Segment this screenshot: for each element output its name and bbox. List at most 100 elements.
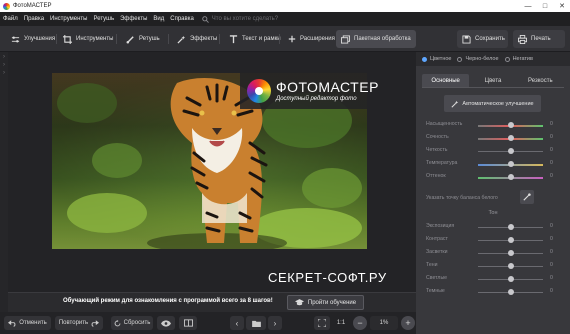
close-button[interactable]: ✕: [554, 0, 570, 12]
training-bar: Обучающий режим для ознакомления с прогр…: [8, 292, 416, 312]
menu-file[interactable]: Файл: [3, 16, 18, 22]
redo-button[interactable]: Повторить: [55, 316, 103, 330]
slider-label: Контраст: [426, 236, 448, 242]
text-icon: [229, 34, 238, 43]
mode-color-radio[interactable]: Цветное: [422, 56, 451, 62]
slider-value: 0: [550, 173, 553, 179]
save-label: Сохранить: [475, 36, 505, 42]
chevron-left-icon: ‹: [235, 318, 239, 328]
menu-help[interactable]: Справка: [170, 16, 194, 22]
sliders-icon: [11, 36, 20, 42]
chevron-right-icon: ›: [3, 70, 5, 76]
compare-button[interactable]: [179, 316, 197, 330]
fit-screen-button[interactable]: [314, 316, 330, 330]
minimize-button[interactable]: —: [520, 0, 536, 12]
slider-value: 0: [550, 262, 553, 268]
batch-icon: [341, 34, 350, 44]
saturation-slider[interactable]: Насыщенность 0: [426, 121, 566, 129]
zoom-level-field[interactable]: 1%: [370, 316, 398, 330]
title-bar: ФотоМАСТЕР — □ ✕: [0, 0, 570, 12]
menu-effects[interactable]: Эффекты: [120, 16, 147, 22]
badge-slogan: Доступный редактор фото: [276, 95, 357, 102]
menu-edit[interactable]: Правка: [24, 16, 44, 22]
maximize-button[interactable]: □: [537, 0, 553, 12]
preview-toggle-button[interactable]: [157, 316, 175, 330]
tab-basic[interactable]: Основные: [422, 74, 470, 88]
chevron-right-icon: ›: [3, 62, 5, 68]
plus-icon: +: [405, 318, 411, 328]
toolbar-divider: [116, 34, 117, 44]
mode-negative-label: Негатив: [512, 56, 533, 62]
blacks-slider[interactable]: Темные 0: [426, 288, 566, 296]
tint-slider[interactable]: Оттенок 0: [426, 173, 566, 181]
tab-sharpness[interactable]: Резкость: [516, 74, 564, 88]
shadows-slider[interactable]: Тени 0: [426, 262, 566, 270]
slider-knob[interactable]: [508, 122, 514, 128]
reset-button[interactable]: Сбросить: [111, 316, 153, 330]
eyedropper-button[interactable]: [520, 190, 534, 204]
mode-negative-radio[interactable]: Негатив: [504, 56, 533, 62]
adjustments-panel: Цветное Черно-белое Негатив Основные Цве…: [416, 52, 570, 334]
menu-tools[interactable]: Инструменты: [50, 16, 87, 22]
menu-search[interactable]: Что вы хотите сделать?: [202, 15, 278, 23]
tab-extensions[interactable]: Расширения: [283, 30, 340, 48]
slider-knob[interactable]: [508, 161, 514, 167]
undo-label: Отменить: [19, 320, 47, 326]
undo-button[interactable]: Отменить: [4, 316, 51, 330]
save-button[interactable]: Сохранить: [457, 30, 508, 48]
slider-knob[interactable]: [508, 237, 514, 243]
highlights-slider[interactable]: Засветки 0: [426, 249, 566, 257]
previous-photo-button[interactable]: ‹: [230, 316, 244, 330]
slider-label: Засветки: [426, 249, 448, 255]
clarity-slider[interactable]: Четкость 0: [426, 147, 566, 155]
tab-text-frames-label: Текст и рамки: [242, 36, 281, 42]
slider-knob[interactable]: [508, 276, 514, 282]
undo-icon: [8, 319, 16, 327]
slider-label: Сочность: [426, 134, 449, 140]
slider-knob[interactable]: [508, 263, 514, 269]
actual-size-button[interactable]: 1:1: [333, 316, 349, 330]
start-training-button[interactable]: Пройти обучение: [287, 295, 364, 310]
toolbar-divider: [219, 34, 220, 44]
magic-wand-icon: [451, 100, 459, 108]
vibrance-slider[interactable]: Сочность 0: [426, 134, 566, 142]
watermark-text: СЕКРЕТ-СОФТ.РУ: [268, 270, 387, 285]
tab-effects[interactable]: Эффекты: [172, 30, 222, 48]
tab-enhancements[interactable]: Улучшения: [6, 30, 60, 48]
slider-knob[interactable]: [508, 135, 514, 141]
tab-text-frames[interactable]: Текст и рамки: [224, 30, 286, 48]
menu-bar: Файл Правка Инструменты Ретушь Эффекты В…: [0, 12, 570, 26]
temperature-slider[interactable]: Температура 0: [426, 160, 566, 168]
window-title: ФотоМАСТЕР: [13, 3, 52, 9]
radio-icon: [457, 56, 463, 62]
slider-knob[interactable]: [508, 250, 514, 256]
tab-retouch[interactable]: Ретушь: [121, 30, 165, 48]
zoom-in-button[interactable]: +: [401, 316, 415, 330]
slider-value: 0: [550, 236, 553, 242]
whites-slider[interactable]: Светлые 0: [426, 275, 566, 283]
left-collapse-strip[interactable]: › › ›: [0, 52, 8, 312]
open-folder-button[interactable]: [246, 316, 266, 330]
slider-knob[interactable]: [508, 289, 514, 295]
main-toolbar: Улучшения Инструменты Ретушь Эффекты Тек…: [0, 26, 570, 52]
print-button[interactable]: Печать: [513, 30, 565, 48]
tab-batch-processing[interactable]: Пакетная обработка: [336, 30, 416, 48]
badge-brand: ФОТОМАСТЕР: [276, 78, 379, 95]
plus-icon: [288, 35, 296, 43]
contrast-slider[interactable]: Контраст 0: [426, 236, 566, 244]
white-balance-label: Указать точку баланса белого: [426, 195, 498, 201]
printer-icon: [518, 34, 527, 44]
zoom-out-button[interactable]: −: [353, 316, 367, 330]
slider-knob[interactable]: [508, 148, 514, 154]
auto-enhance-button[interactable]: Автоматическое улучшение: [444, 95, 541, 112]
tab-colors[interactable]: Цвета: [469, 74, 517, 88]
tab-retouch-label: Ретушь: [139, 36, 160, 42]
menu-retouch[interactable]: Ретушь: [93, 16, 114, 22]
menu-view[interactable]: Вид: [153, 16, 164, 22]
exposure-slider[interactable]: Экспозиция 0: [426, 223, 566, 231]
slider-knob[interactable]: [508, 174, 514, 180]
next-photo-button[interactable]: ›: [268, 316, 282, 330]
mode-bw-radio[interactable]: Черно-белое: [457, 56, 499, 62]
slider-knob[interactable]: [508, 224, 514, 230]
tab-tools[interactable]: Инструменты: [58, 30, 118, 48]
